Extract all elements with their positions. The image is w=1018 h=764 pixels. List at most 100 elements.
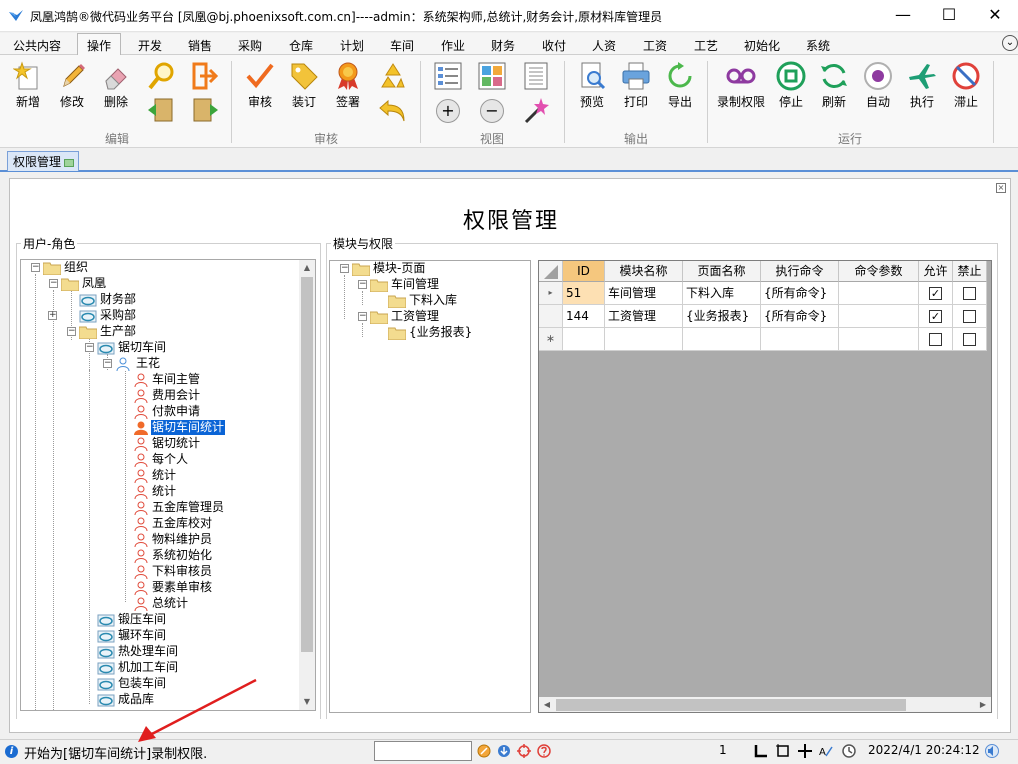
- table-cell-id[interactable]: 51: [563, 282, 605, 305]
- menu-system[interactable]: 系统: [806, 37, 830, 54]
- column-header-deny[interactable]: 禁止: [953, 261, 987, 282]
- permission-grid[interactable]: ID 模块名称 页面名称 执行命令 命令参数 允许 禁止 ▸ 51 车间管理 下…: [538, 260, 992, 713]
- speaker-icon[interactable]: [985, 744, 999, 758]
- module-tree[interactable]: − 模块-页面 − 车间管理 下料入库 − 工资管理 {业务报表}: [329, 260, 531, 713]
- download-icon[interactable]: [497, 744, 511, 758]
- menu-sales[interactable]: 销售: [188, 37, 212, 54]
- text-size-icon[interactable]: A: [819, 744, 833, 758]
- magic-wand-icon[interactable]: [521, 95, 551, 125]
- deny-checkbox[interactable]: [963, 333, 976, 346]
- menu-hr[interactable]: 人资: [592, 37, 616, 54]
- collapse-toggle[interactable]: −: [358, 312, 367, 321]
- scroll-up-arrow[interactable]: ▲: [299, 260, 315, 276]
- tab-permission-management[interactable]: 权限管理: [7, 151, 80, 171]
- menu-develop[interactable]: 开发: [138, 37, 162, 54]
- target-icon[interactable]: [517, 744, 531, 758]
- menu-process[interactable]: 工艺: [694, 37, 718, 54]
- allow-checkbox[interactable]: ✓: [929, 310, 942, 323]
- corner-tool-icon[interactable]: [754, 744, 768, 758]
- grid-view-icon[interactable]: [521, 61, 551, 91]
- close-icon[interactable]: ×: [996, 183, 1006, 193]
- column-header-id[interactable]: ID: [563, 261, 605, 282]
- search-icon[interactable]: [146, 61, 176, 91]
- book-forward-icon[interactable]: [190, 95, 220, 125]
- clock-icon[interactable]: [842, 744, 856, 758]
- crosshair-icon[interactable]: [798, 744, 812, 758]
- delete-button[interactable]: 删除: [90, 61, 142, 110]
- collapse-toggle[interactable]: −: [85, 343, 94, 352]
- column-header-command[interactable]: 执行命令: [761, 261, 839, 282]
- sign-button[interactable]: 签署: [322, 61, 374, 110]
- table-cell-id[interactable]: [563, 328, 605, 351]
- table-cell-param[interactable]: [839, 328, 919, 351]
- collapse-toggle[interactable]: −: [31, 263, 40, 272]
- table-cell-page[interactable]: [683, 328, 761, 351]
- row-indicator[interactable]: [539, 305, 563, 328]
- scroll-thumb[interactable]: [301, 277, 313, 652]
- column-header-page[interactable]: 页面名称: [683, 261, 761, 282]
- table-cell-page[interactable]: 下料入库: [683, 282, 761, 305]
- collapse-toggle[interactable]: −: [358, 280, 367, 289]
- table-cell-id[interactable]: 144: [563, 305, 605, 328]
- collapse-toggle[interactable]: −: [340, 264, 349, 273]
- rectangle-tool-icon[interactable]: [776, 744, 790, 758]
- scroll-thumb[interactable]: [556, 699, 906, 711]
- close-window-button[interactable]: ✕: [972, 0, 1018, 32]
- maximize-button[interactable]: ☐: [926, 0, 972, 32]
- deny-checkbox[interactable]: [963, 310, 976, 323]
- list-view-icon[interactable]: [433, 61, 463, 91]
- status-search-input[interactable]: [374, 741, 472, 761]
- allow-checkbox[interactable]: [929, 333, 942, 346]
- collapse-toggle[interactable]: −: [103, 359, 112, 368]
- compass-icon[interactable]: [477, 744, 491, 758]
- collapse-toggle[interactable]: −: [67, 327, 76, 336]
- menu-init[interactable]: 初始化: [744, 37, 780, 54]
- table-cell-command[interactable]: {所有命令}: [761, 282, 839, 305]
- deny-checkbox[interactable]: [963, 287, 976, 300]
- menu-plan[interactable]: 计划: [340, 37, 364, 54]
- tree-scrollbar[interactable]: ▲ ▼: [299, 260, 315, 710]
- scroll-left-arrow[interactable]: ◀: [539, 697, 555, 712]
- table-cell-command[interactable]: [761, 328, 839, 351]
- minimize-button[interactable]: —: [880, 0, 926, 32]
- book-back-icon[interactable]: [146, 95, 176, 125]
- table-cell-page[interactable]: {业务报表}: [683, 305, 761, 328]
- allow-checkbox[interactable]: ✓: [929, 287, 942, 300]
- menu-public[interactable]: 公共内容: [13, 37, 61, 54]
- menu-purchase[interactable]: 采购: [238, 37, 262, 54]
- stagnate-button[interactable]: 滞止: [940, 61, 992, 110]
- zoom-out-button[interactable]: −: [480, 99, 504, 123]
- menu-receipt-payment[interactable]: 收付: [542, 37, 566, 54]
- menu-job[interactable]: 作业: [441, 37, 465, 54]
- column-header-module[interactable]: 模块名称: [605, 261, 683, 282]
- menu-salary[interactable]: 工资: [643, 37, 667, 54]
- column-header-allow[interactable]: 允许: [919, 261, 953, 282]
- table-cell-param[interactable]: [839, 282, 919, 305]
- menu-operate[interactable]: 操作: [77, 33, 122, 56]
- recycle-icon[interactable]: [378, 61, 408, 91]
- zoom-in-button[interactable]: +: [436, 99, 460, 123]
- menu-warehouse[interactable]: 仓库: [289, 37, 313, 54]
- column-header-param[interactable]: 命令参数: [839, 261, 919, 282]
- tile-view-icon[interactable]: [477, 61, 507, 91]
- exit-icon[interactable]: [190, 61, 220, 91]
- new-row-indicator[interactable]: ∗: [539, 328, 563, 351]
- chevron-down-icon[interactable]: ⌄: [1002, 35, 1018, 51]
- undo-icon[interactable]: [378, 95, 408, 125]
- record-permission-button[interactable]: 录制权限: [712, 61, 770, 110]
- help-icon[interactable]: [537, 744, 551, 758]
- export-button[interactable]: 导出: [654, 61, 706, 110]
- menu-finance[interactable]: 财务: [491, 37, 515, 54]
- user-role-tree[interactable]: − 组织 − 凤凰 财务部 + 采购部 − 生产部 − 锯切车间 − 王花 车间主管 费用会…: [20, 259, 316, 711]
- collapse-toggle[interactable]: −: [49, 279, 58, 288]
- scroll-right-arrow[interactable]: ▶: [975, 697, 991, 712]
- row-indicator[interactable]: ▸: [539, 282, 563, 305]
- table-cell-module[interactable]: 工资管理: [605, 305, 683, 328]
- table-cell-module[interactable]: 车间管理: [605, 282, 683, 305]
- table-cell-command[interactable]: {所有命令}: [761, 305, 839, 328]
- table-cell-module[interactable]: [605, 328, 683, 351]
- table-cell-param[interactable]: [839, 305, 919, 328]
- scroll-down-arrow[interactable]: ▼: [299, 694, 315, 710]
- grid-horizontal-scrollbar[interactable]: ◀ ▶: [539, 697, 991, 712]
- menu-workshop[interactable]: 车间: [390, 37, 414, 54]
